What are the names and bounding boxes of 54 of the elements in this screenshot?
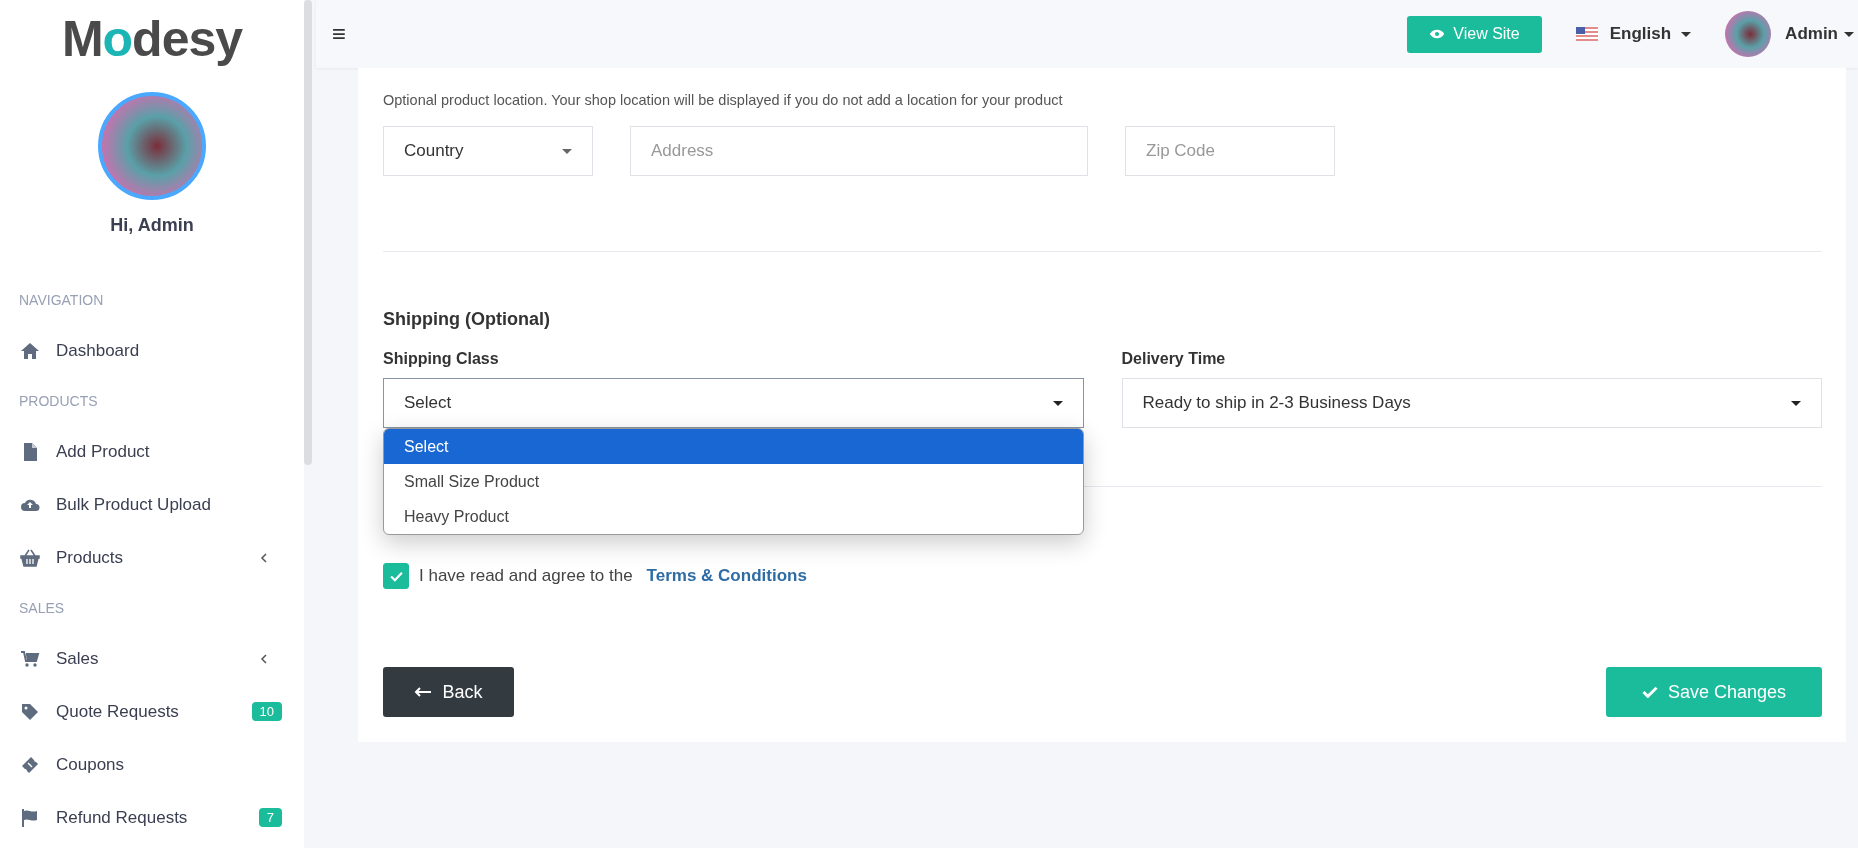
delivery-time-select[interactable]: Ready to ship in 2-3 Business Days [1121,378,1822,428]
zip-code-field[interactable]: Zip Code [1125,126,1335,176]
sidebar-item[interactable]: Refund Requests 7 [0,791,304,844]
check-icon [389,570,403,582]
field-label: Delivery Time [1121,350,1227,368]
checkbox[interactable] [383,563,409,589]
section-heading: SALES [19,599,65,618]
sidebar-item[interactable]: Dashboard [0,324,304,377]
sidebar-item[interactable]: Sales [0,632,304,685]
user-menu[interactable]: Admin [1725,11,1854,57]
dropdown-option[interactable]: Select [384,429,1083,464]
section-heading: PRODUCTS [19,392,98,411]
basket-icon [20,547,40,568]
shipping-class-select[interactable]: Select [383,378,1084,428]
location-hint: Optional product location. Your shop location will be displayed if you do not add a location for your product [383,92,1064,108]
sidebar-item[interactable]: Coupons [0,738,304,791]
greeting: Hi, Admin [109,215,195,236]
sidebar-item[interactable]: Products [0,531,304,584]
count-badge: 10 [251,702,282,721]
cart-icon [20,648,40,669]
caret-icon [562,148,572,154]
home-icon [20,340,40,361]
back-button[interactable]: Back [383,667,514,717]
sidebar-item[interactable]: Quote Requests 10 [0,685,304,738]
menu-button[interactable]: ≡ [332,20,346,48]
dropdown-option[interactable]: Heavy Product [384,499,1083,534]
scrollbar[interactable] [304,0,312,465]
language-dropdown[interactable]: English [1575,24,1692,44]
section-title: Shipping (Optional) [383,309,551,330]
tag-icon [20,701,40,722]
logo: Modesy [61,10,243,68]
eye-icon [1429,29,1446,39]
caret-icon [1681,31,1692,37]
sidebar-item[interactable]: Bulk Product Upload [0,478,304,531]
caret-icon [1844,31,1854,37]
dropdown-option[interactable]: Small Size Product [384,464,1083,499]
terms-link[interactable]: Terms & Conditions [646,566,807,586]
section-heading: NAVIGATION [19,291,104,310]
address-field[interactable]: Address [630,126,1088,176]
caret-icon [1052,400,1063,406]
sidebar-item[interactable]: Add Product [0,425,304,478]
flag-icon [1575,27,1598,41]
check-icon [1641,686,1658,698]
arrow-left-icon [414,687,433,697]
terms-text: I have read and agree to the [419,566,633,586]
ticket-icon [20,754,40,775]
country-select[interactable]: Country [383,126,593,176]
chevron-icon [260,551,268,564]
chevron-icon [260,652,268,665]
field-label: Shipping Class [383,350,500,368]
flag-icon [20,807,40,828]
caret-icon [1791,400,1801,406]
avatar-placeholder [1725,11,1772,57]
count-badge: 7 [258,808,282,827]
